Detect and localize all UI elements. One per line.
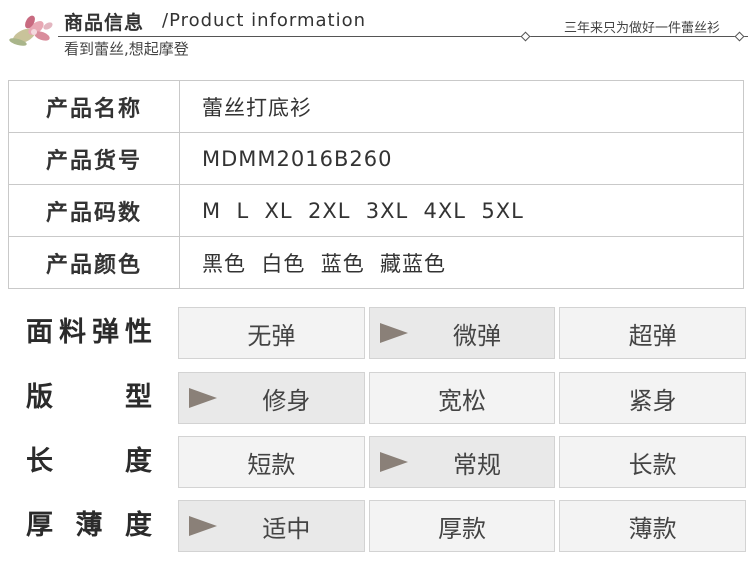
attribute-options: 适中 厚款 薄款 xyxy=(178,500,747,552)
attribute-label-char: 厚 xyxy=(26,510,53,541)
row-label: 产品码数 xyxy=(8,184,180,237)
divider xyxy=(58,36,748,37)
row-label: 产品名称 xyxy=(8,80,180,133)
attribute-option-label: 无弹 xyxy=(247,321,296,350)
selected-arrow-icon xyxy=(189,516,217,536)
attribute-option[interactable]: 常规 xyxy=(368,436,556,488)
attribute-option[interactable]: 短款 xyxy=(178,436,365,488)
attribute-options: 修身 宽松 紧身 xyxy=(178,372,747,424)
attribute-label-char: 版 xyxy=(26,382,53,413)
attribute-label-char: 度 xyxy=(125,446,152,477)
product-info-table: 产品名称 蕾丝打底衫 产品货号 MDMM2016B260 产品码数 M L XL… xyxy=(8,80,744,289)
attribute-option[interactable]: 微弹 xyxy=(368,307,556,359)
attribute-option-label: 薄款 xyxy=(628,514,677,543)
attribute-label: 版型 xyxy=(26,372,152,424)
divider-dot xyxy=(734,31,745,42)
attribute-option-label: 紧身 xyxy=(628,386,677,415)
attribute-label: 长度 xyxy=(26,436,152,488)
subtitle: 看到蕾丝,想起摩登 xyxy=(64,40,189,58)
table-row: 产品名称 蕾丝打底衫 xyxy=(8,80,744,133)
attribute-label-char: 型 xyxy=(125,382,152,413)
attribute-option[interactable]: 修身 xyxy=(178,372,365,424)
attribute-option-label: 修身 xyxy=(262,386,311,415)
table-row: 产品货号 MDMM2016B260 xyxy=(8,132,744,185)
attribute-option-label: 常规 xyxy=(453,450,501,479)
attribute-option[interactable]: 薄款 xyxy=(559,500,747,552)
row-label: 产品货号 xyxy=(8,132,180,185)
slogan: 三年来只为做好一件蕾丝衫 xyxy=(563,21,720,36)
attribute-row: 长度短款 常规 长款 xyxy=(0,436,750,488)
attribute-option[interactable]: 长款 xyxy=(559,436,747,488)
attribute-option[interactable]: 超弹 xyxy=(559,307,747,359)
selected-arrow-icon xyxy=(189,388,217,408)
attribute-label-char: 料 xyxy=(59,317,86,348)
attribute-option[interactable]: 适中 xyxy=(178,500,365,552)
attribute-option[interactable]: 宽松 xyxy=(368,372,556,424)
attribute-option[interactable]: 厚款 xyxy=(368,500,556,552)
attribute-option-label: 厚款 xyxy=(438,514,486,543)
attribute-option-label: 短款 xyxy=(247,450,296,479)
attribute-options: 无弹 微弹 超弹 xyxy=(178,307,747,359)
attribute-option-label: 微弹 xyxy=(453,321,501,350)
title-english: /Product information xyxy=(162,10,367,31)
attribute-label: 面料弹性 xyxy=(26,307,152,359)
attribute-option-label: 超弹 xyxy=(628,321,677,350)
header: 商品信息 /Product information 三年来只为做好一件蕾丝衫 看… xyxy=(0,0,750,70)
attribute-label-char: 薄 xyxy=(75,510,103,541)
attribute-option[interactable]: 无弹 xyxy=(178,307,365,359)
table-row: 产品码数 M L XL 2XL 3XL 4XL 5XL xyxy=(8,184,744,237)
attribute-row: 厚薄度 适中 厚款 薄款 xyxy=(0,500,750,552)
attribute-label-char: 性 xyxy=(125,317,152,348)
table-row: 产品颜色 黑色 白色 蓝色 藏蓝色 xyxy=(8,236,744,289)
attribute-option-label: 适中 xyxy=(262,514,311,543)
row-value: 蕾丝打底衫 xyxy=(179,80,744,133)
title-chinese: 商品信息 xyxy=(64,12,145,34)
attribute-option-label: 宽松 xyxy=(438,386,486,415)
attribute-options: 短款 常规 长款 xyxy=(178,436,747,488)
attribute-label-char: 面 xyxy=(26,317,53,348)
attribute-row: 版型修身 宽松 紧身 xyxy=(0,372,750,424)
attribute-label-char: 弹 xyxy=(92,317,119,348)
attribute-label-char: 度 xyxy=(125,510,152,541)
row-label: 产品颜色 xyxy=(8,236,180,289)
row-value: M L XL 2XL 3XL 4XL 5XL xyxy=(179,184,744,237)
attribute-label-char: 长 xyxy=(26,446,53,477)
flower-icon xyxy=(9,15,53,46)
divider-dot xyxy=(520,31,531,42)
row-value: MDMM2016B260 xyxy=(179,132,744,185)
attribute-option[interactable]: 紧身 xyxy=(559,372,747,424)
row-value: 黑色 白色 蓝色 藏蓝色 xyxy=(179,236,744,289)
attribute-label: 厚薄度 xyxy=(26,500,152,552)
selected-arrow-icon xyxy=(379,323,408,343)
attribute-option-label: 长款 xyxy=(628,450,677,479)
attribute-row: 面料弹性 无弹 微弹 超弹 xyxy=(0,307,750,359)
selected-arrow-icon xyxy=(379,452,408,472)
